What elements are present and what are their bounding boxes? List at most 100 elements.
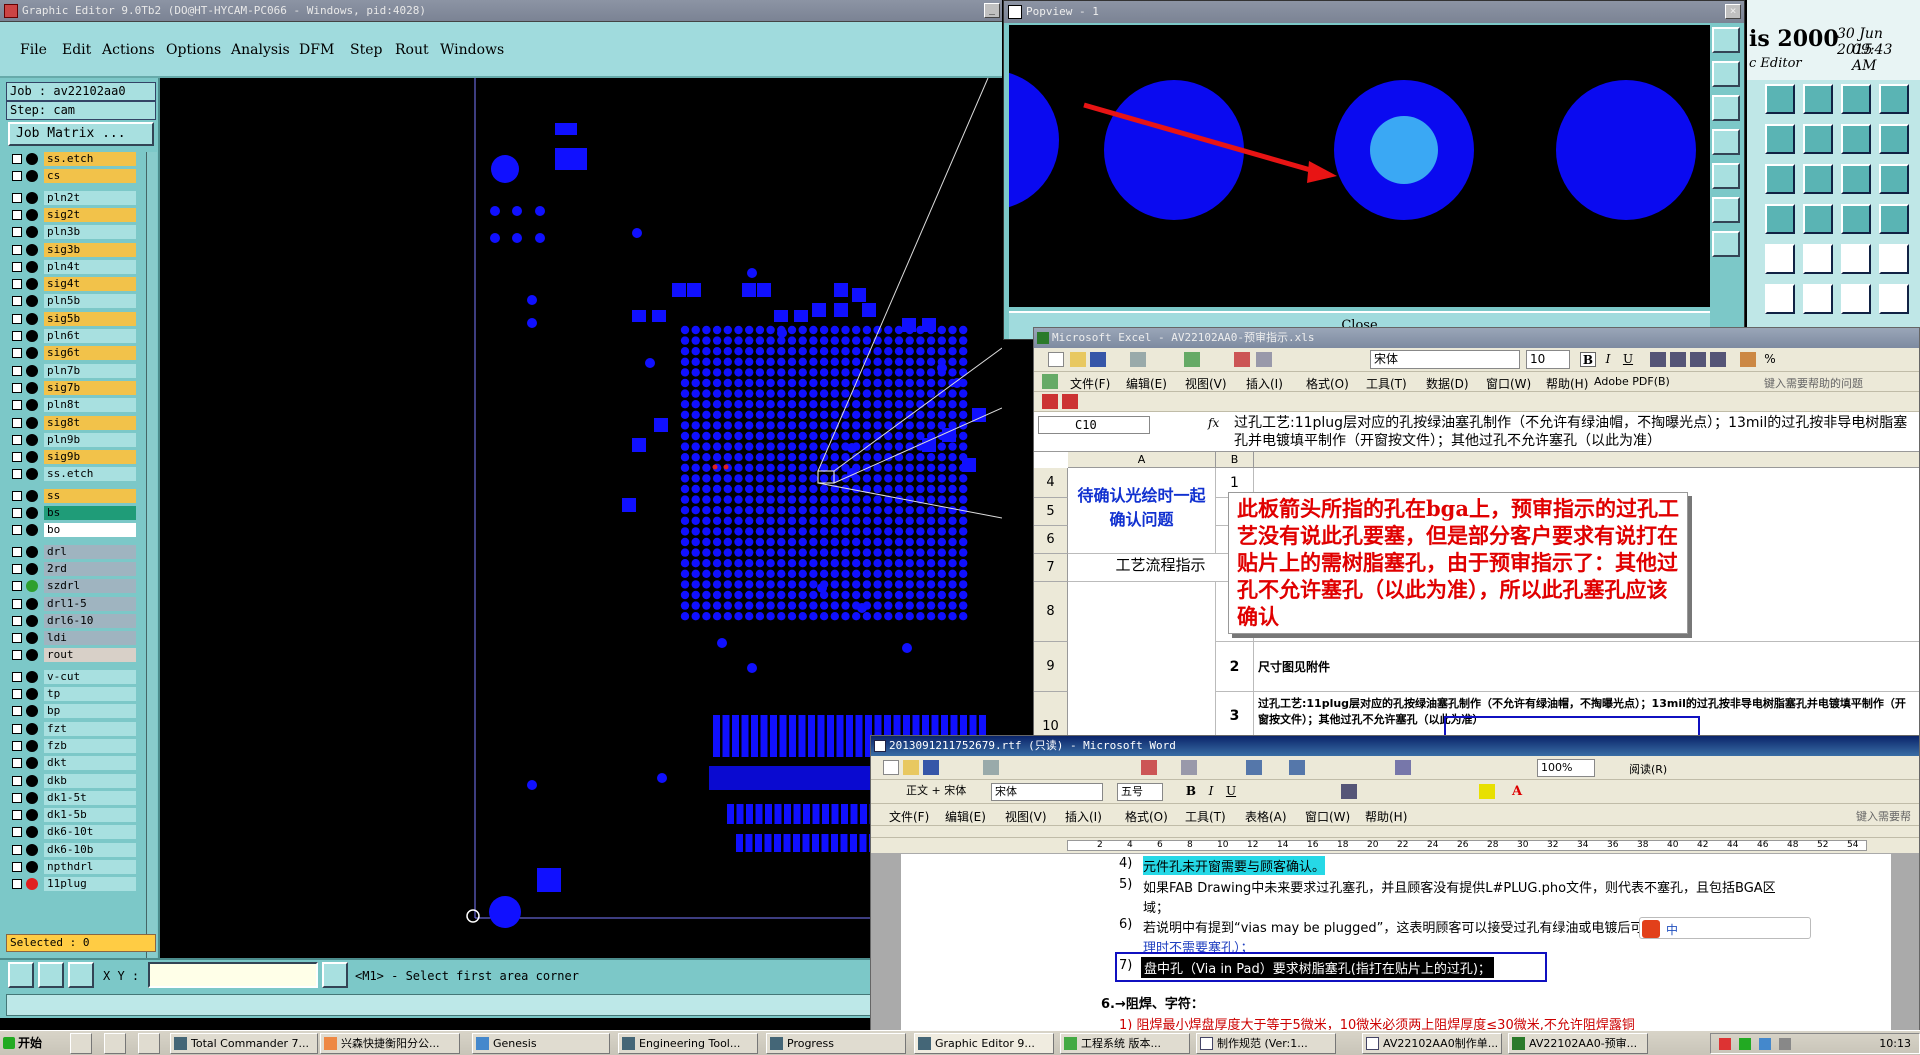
layer-name[interactable]: dk6-10b — [44, 842, 136, 857]
name-box[interactable]: C10 — [1038, 416, 1150, 434]
word-menu-file[interactable]: 文件(F) — [889, 808, 929, 825]
layer-name[interactable]: fzt — [44, 721, 136, 736]
task-spec[interactable]: 制作规范 (Ver:1... — [1196, 1033, 1336, 1054]
start-button[interactable]: 开始 — [0, 1032, 50, 1055]
ratio-icon[interactable] — [1803, 164, 1833, 194]
word-menu-tools[interactable]: 工具(T) — [1185, 808, 1226, 825]
layer-name[interactable]: drl — [44, 544, 136, 559]
quicklaunch-1-icon[interactable] — [70, 1033, 92, 1054]
layer-name[interactable]: fzb — [44, 738, 136, 753]
row-header-9[interactable]: 9 — [1034, 642, 1068, 692]
layer-row[interactable]: dkb — [8, 773, 146, 788]
layer-row[interactable]: sig9b — [8, 450, 146, 465]
layer-checkbox[interactable] — [12, 758, 22, 769]
layer-name[interactable]: 2rd — [44, 561, 136, 576]
excel-menu-edit[interactable]: 编辑(E) — [1126, 375, 1167, 392]
layer-checkbox[interactable] — [12, 244, 22, 255]
layer-name[interactable]: ss.etch — [44, 467, 136, 482]
layer-row[interactable]: sig8t — [8, 415, 146, 430]
word-italic-icon[interactable]: I — [1203, 784, 1219, 799]
cell-a-blank[interactable] — [1068, 582, 1216, 741]
align-center-icon[interactable] — [1670, 352, 1686, 367]
cell-a4-pending[interactable]: 待确认光绘时一起确认问题 — [1068, 468, 1216, 554]
layer-row[interactable]: pln9b — [8, 432, 146, 447]
layer-checkbox[interactable] — [12, 508, 22, 518]
layer-name[interactable]: sig4t — [44, 277, 136, 292]
layer-name[interactable]: drl6-10 — [44, 613, 136, 628]
layer-checkbox[interactable] — [12, 209, 22, 220]
layer-checkbox[interactable] — [12, 615, 22, 626]
layer-checkbox[interactable] — [12, 154, 22, 164]
measure-icon[interactable] — [38, 962, 64, 988]
excel-menu-format[interactable]: 格式(O) — [1306, 375, 1349, 392]
excel-menu-window[interactable]: 窗口(W) — [1486, 375, 1531, 392]
fx-icon[interactable]: fx — [1208, 416, 1219, 430]
excel-menu-data[interactable]: 数据(D) — [1426, 375, 1469, 392]
layer-checkbox[interactable] — [12, 227, 22, 238]
ruler[interactable]: 2 4 6 8 10 12 14 16 18 20 22 24 26 28 30 32 34 36 38 40 42 44… — [871, 838, 1919, 854]
zoom-home-icon[interactable] — [1712, 27, 1740, 53]
task-production-sheet[interactable]: AV22102AA0制作单... — [1362, 1033, 1502, 1054]
cut-icon[interactable] — [1234, 352, 1250, 367]
bold-icon[interactable]: B — [1580, 352, 1596, 367]
node-icon[interactable] — [1803, 204, 1833, 234]
layer-name[interactable]: bp — [44, 704, 136, 719]
job-matrix-button[interactable]: Job Matrix ... — [8, 122, 154, 146]
ime-mode-icon[interactable]: 中 — [1666, 921, 1678, 938]
layer-name[interactable]: sig2t — [44, 207, 136, 222]
new-icon[interactable] — [1048, 352, 1064, 367]
merge-icon[interactable] — [1710, 352, 1726, 367]
layer-row[interactable]: cs — [8, 169, 146, 184]
excel-titlebar[interactable]: Microsoft Excel - AV22102AA0-预审指示.xls — [1034, 328, 1919, 348]
excel-menu-pdf[interactable]: Adobe PDF(B) — [1594, 375, 1670, 388]
layer-name[interactable]: ss — [44, 488, 136, 503]
layer-checkbox[interactable] — [12, 365, 22, 376]
panel-icon[interactable] — [1841, 124, 1871, 154]
layer-row[interactable]: ss — [8, 488, 146, 503]
measure-icon[interactable] — [1841, 204, 1871, 234]
help-search-box[interactable]: 键入需要帮助的问题 — [1764, 375, 1863, 391]
layer-row[interactable]: szdrl — [8, 579, 146, 594]
word-menu-edit[interactable]: 编辑(E) — [945, 808, 986, 825]
layer-name[interactable]: ldi — [44, 631, 136, 646]
menu-file[interactable]: File — [20, 42, 47, 58]
layer-name[interactable]: pln4t — [44, 259, 136, 274]
tray-shield-icon[interactable] — [1739, 1038, 1751, 1050]
layer-checkbox[interactable] — [12, 827, 22, 838]
open-icon[interactable] — [1070, 352, 1086, 367]
row-header-5[interactable]: 5 — [1034, 498, 1068, 526]
layer-row[interactable]: bp — [8, 704, 146, 719]
pan-left-icon[interactable] — [1712, 129, 1740, 155]
net-icon[interactable] — [1765, 284, 1795, 314]
layer-checkbox[interactable] — [12, 650, 22, 661]
document-area[interactable]: 4) 元件孔未开窗需要与顾客确认。 5) 如果FAB Drawing中未来要求过… — [871, 854, 1919, 1031]
layer-checkbox[interactable] — [12, 633, 22, 644]
layer-name[interactable]: 11plug — [44, 877, 136, 892]
layer-name[interactable]: dk6-10t — [44, 825, 136, 840]
layer-row[interactable]: pln8t — [8, 398, 146, 413]
layer-row[interactable]: npthdrl — [8, 860, 146, 874]
layer-checkbox[interactable] — [12, 348, 22, 359]
task-genesis[interactable]: Genesis — [472, 1033, 610, 1054]
font-color-icon[interactable]: A — [1509, 784, 1525, 799]
formula-text[interactable]: 过孔工艺:11plug层对应的孔按绿油塞孔制作（不允许有绿油帽，不掏曝光点）；1… — [1234, 414, 1914, 450]
minimize-button[interactable]: _ — [984, 3, 1000, 18]
layer-row[interactable]: drl — [8, 544, 146, 559]
highlight-icon[interactable] — [1479, 784, 1495, 799]
copy-icon[interactable] — [1803, 84, 1833, 114]
cell-item-3[interactable]: 3 — [1216, 692, 1254, 741]
layers-icon[interactable] — [1879, 84, 1909, 114]
layer-name[interactable]: bs — [44, 506, 136, 520]
layer-row[interactable]: sig4t — [8, 277, 146, 292]
layer-checkbox[interactable] — [12, 382, 22, 393]
excel-menu-help[interactable]: 帮助(H) — [1546, 375, 1588, 392]
task-engineering-tool[interactable]: Engineering Tool... — [618, 1033, 758, 1054]
layer-checkbox[interactable] — [12, 331, 22, 341]
layer-name[interactable]: npthdrl — [44, 860, 136, 874]
layer-checkbox[interactable] — [12, 192, 22, 203]
excel-menu-view[interactable]: 视图(V) — [1185, 375, 1227, 392]
font-select[interactable]: 宋体 — [1370, 350, 1520, 369]
refresh-icon[interactable] — [1712, 231, 1740, 257]
word-menu-view[interactable]: 视图(V) — [1005, 808, 1047, 825]
row-header-6[interactable]: 6 — [1034, 526, 1068, 554]
